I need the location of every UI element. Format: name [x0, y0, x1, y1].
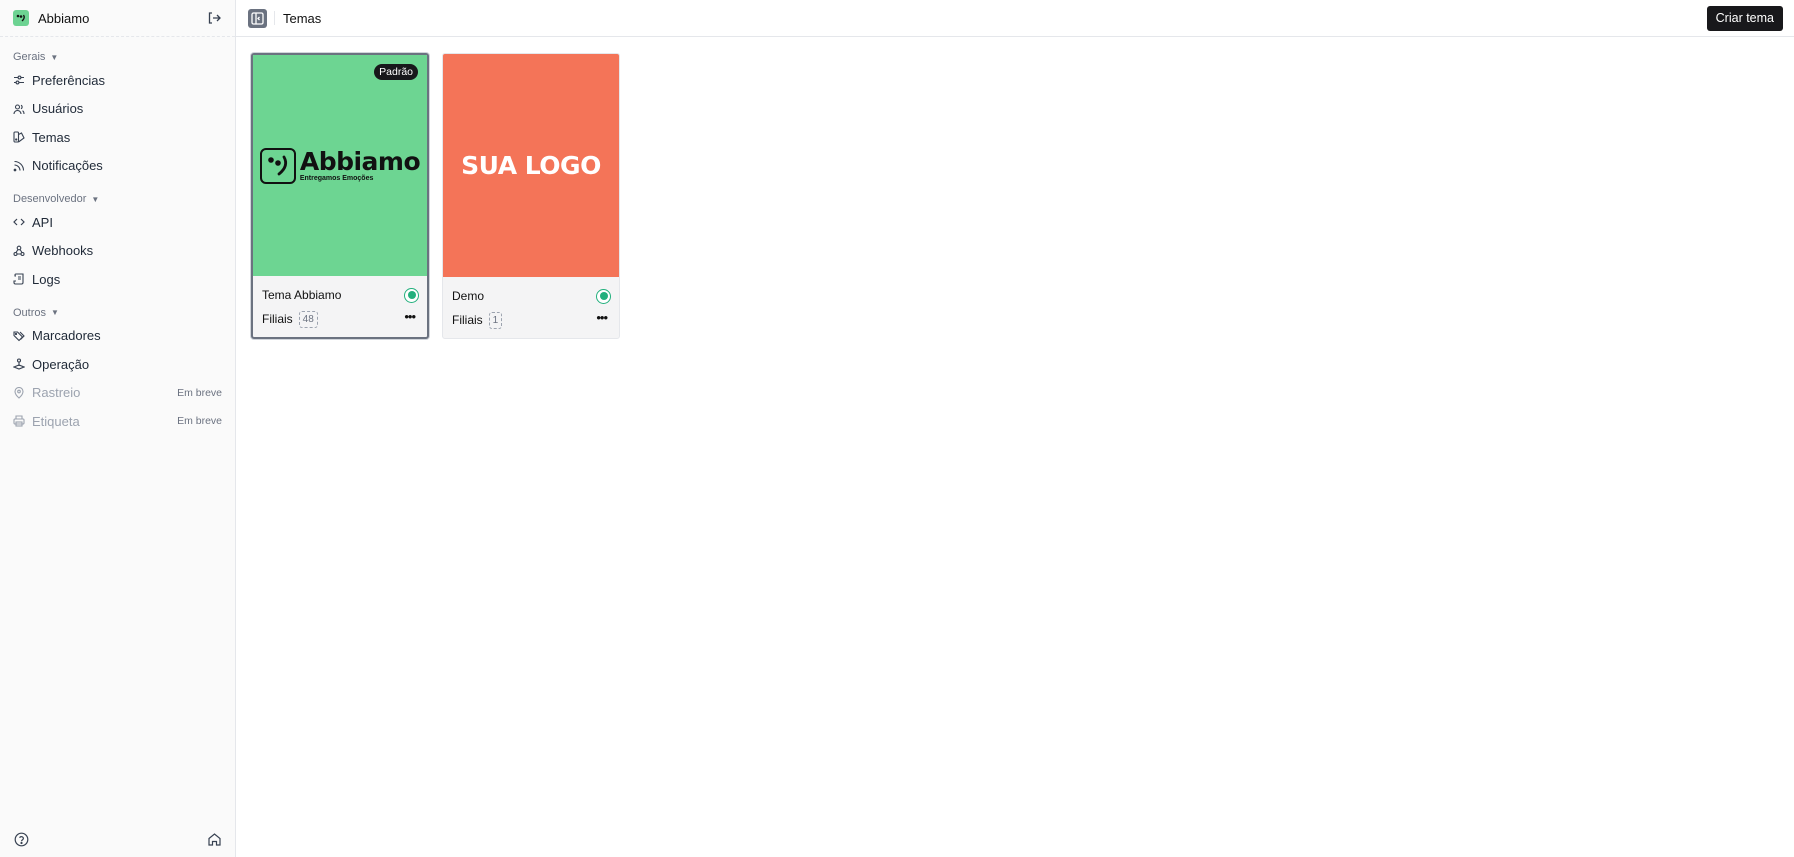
sidebar-item-label: Logs	[32, 271, 61, 287]
printer-icon	[13, 415, 25, 427]
caret-down-icon: ▼	[50, 52, 59, 62]
sidebar: Abbiamo Gerais ▼ Preferências Usuários Te…	[0, 0, 236, 857]
sidebar-nav: Gerais ▼ Preferências Usuários Temas Noti…	[0, 37, 235, 857]
default-badge: Padrão	[374, 64, 418, 80]
sidebar-item-api[interactable]: API	[0, 208, 235, 237]
help-icon[interactable]	[13, 831, 29, 847]
group-label: Outros	[13, 306, 47, 319]
rss-icon	[13, 160, 25, 172]
theme-preview: SUA LOGO	[443, 54, 619, 277]
sidebar-item-label: Temas	[32, 129, 71, 145]
code-icon	[13, 216, 25, 228]
logo-title: Abbiamo	[299, 147, 421, 176]
sidebar-item-operacao[interactable]: Operação	[0, 350, 235, 379]
brand-logo-icon	[13, 10, 29, 26]
caret-down-icon: ▼	[51, 308, 59, 317]
sidebar-toggle-icon[interactable]	[248, 8, 267, 28]
caret-down-icon: ▼	[91, 194, 100, 204]
users-icon	[13, 103, 25, 115]
sidebar-item-notificacoes[interactable]: Notificações	[0, 152, 235, 181]
sidebar-item-label: Webhooks	[32, 243, 94, 259]
theme-card-abbiamo[interactable]: Padrão Abbiamo Entregamos Emoções Tema A…	[251, 53, 429, 339]
sidebar-footer	[13, 831, 222, 847]
themes-grid: Padrão Abbiamo Entregamos Emoções Tema A…	[236, 37, 1794, 355]
tags-icon	[13, 330, 25, 342]
theme-name: Tema Abbiamo	[262, 288, 342, 302]
sidebar-item-label: API	[32, 214, 53, 230]
group-title-outros[interactable]: Outros ▼	[0, 304, 235, 322]
sliders-icon	[13, 74, 25, 86]
create-theme-button[interactable]: Criar tema	[1706, 5, 1783, 31]
abbiamo-logo: Abbiamo Entregamos Emoções	[259, 147, 421, 184]
scroll-icon	[13, 273, 25, 285]
active-radio-icon	[404, 287, 419, 303]
group-label: Desenvolvedor	[13, 193, 87, 205]
coming-soon-label: Em breve	[177, 386, 222, 399]
theme-info: Demo Filiais 1 •••	[443, 277, 619, 330]
filiais-count: 48	[298, 310, 318, 328]
theme-card-demo[interactable]: SUA LOGO Demo Filiais 1 •••	[442, 53, 620, 339]
sidebar-item-temas[interactable]: Temas	[0, 123, 235, 152]
sidebar-header: Abbiamo	[0, 0, 235, 37]
sidebar-item-marcadores[interactable]: Marcadores	[0, 322, 235, 351]
sidebar-item-usuarios[interactable]: Usuários	[0, 95, 235, 124]
logo-subtitle: Entregamos Emoções	[299, 175, 374, 182]
map-pin-icon	[13, 386, 25, 399]
sidebar-item-rastreio: Rastreio Em breve	[0, 379, 235, 408]
webhook-icon	[13, 245, 25, 257]
sidebar-item-label: Rastreio	[32, 385, 81, 401]
sidebar-item-etiqueta: Etiqueta Em breve	[0, 407, 235, 436]
group-title-gerais[interactable]: Gerais ▼	[0, 48, 235, 66]
filiais-count: 1	[488, 311, 503, 329]
theme-preview: Padrão Abbiamo Entregamos Emoções	[253, 55, 427, 276]
page-title: Temas	[283, 10, 322, 26]
main-area: Temas Criar tema Padrão Abbiamo Entregam…	[236, 0, 1794, 857]
sidebar-item-label: Operação	[32, 356, 90, 372]
sidebar-item-label: Preferências	[32, 72, 105, 88]
topbar-divider	[274, 11, 275, 25]
smiley-face-icon	[259, 147, 296, 184]
coming-soon-label: Em breve	[177, 415, 222, 428]
group-title-desenvolvedor[interactable]: Desenvolvedor ▼	[0, 190, 235, 208]
sidebar-item-label: Marcadores	[32, 328, 101, 344]
sidebar-item-logs[interactable]: Logs	[0, 265, 235, 294]
sidebar-item-label: Etiqueta	[32, 413, 80, 429]
home-icon[interactable]	[206, 831, 222, 847]
filiais-label: Filiais	[452, 313, 483, 327]
brand-name: Abbiamo	[38, 10, 90, 26]
theme-info: Tema Abbiamo Filiais 48 •••	[253, 276, 427, 329]
sidebar-item-webhooks[interactable]: Webhooks	[0, 237, 235, 266]
palette-icon	[13, 131, 25, 143]
active-radio-icon	[596, 288, 611, 304]
more-options-icon[interactable]: •••	[596, 311, 611, 324]
topbar: Temas Criar tema	[236, 0, 1794, 37]
filiais-label: Filiais	[262, 312, 293, 326]
more-options-icon[interactable]: •••	[404, 310, 419, 323]
joystick-icon	[13, 358, 25, 370]
sidebar-item-label: Notificações	[32, 158, 103, 174]
sidebar-item-preferencias[interactable]: Preferências	[0, 66, 235, 95]
group-label: Gerais	[13, 51, 46, 63]
sidebar-item-label: Usuários	[32, 101, 84, 117]
placeholder-logo-text: SUA LOGO	[461, 151, 601, 180]
logout-icon[interactable]	[206, 10, 222, 26]
theme-name: Demo	[452, 289, 485, 303]
